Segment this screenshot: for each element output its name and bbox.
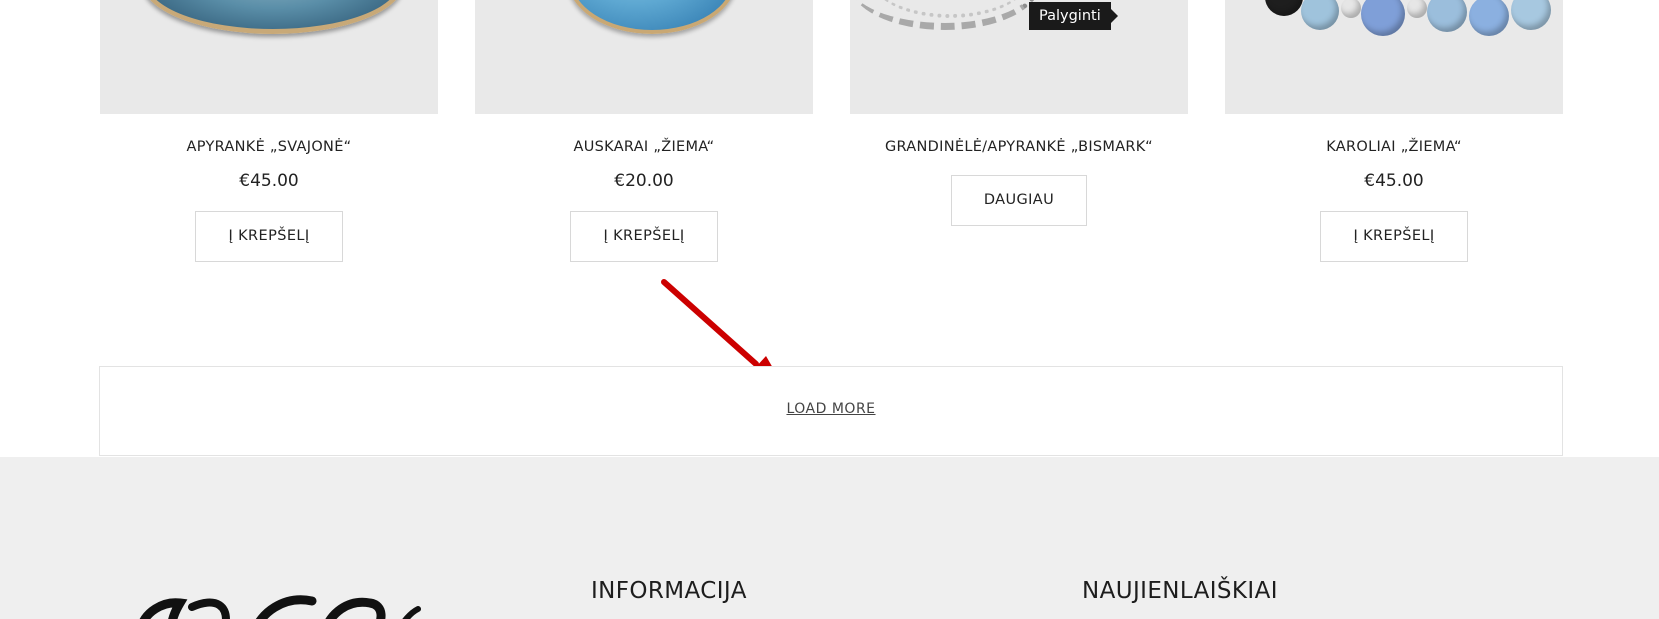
load-more-button[interactable]: LOAD MORE	[786, 401, 875, 417]
product-card: GRANDINĖLĖ/APYRANKĖ „BISMARK“ DAUGIAU	[850, 0, 1188, 226]
bead	[1341, 0, 1361, 18]
product-title[interactable]: GRANDINĖLĖ/APYRANKĖ „BISMARK“	[850, 137, 1188, 157]
product-price: €45.00	[239, 171, 299, 191]
product-image[interactable]	[850, 0, 1188, 114]
product-card: AUSKARAI „ŽIEMA“ €20.00 Į KREPŠELĮ	[475, 0, 813, 262]
product-title[interactable]: KAROLIAI „ŽIEMA“	[1225, 137, 1563, 157]
product-image[interactable]	[1225, 0, 1563, 114]
bead	[1469, 0, 1509, 36]
bead	[1361, 0, 1405, 36]
product-image[interactable]	[100, 0, 438, 114]
footer: INFORMACIJA NAUJIENLAIŠKIAI	[0, 457, 1659, 619]
product-title[interactable]: APYRANKĖ „SVAJONĖ“	[100, 137, 438, 157]
bead	[1511, 0, 1551, 30]
product-card: KAROLIAI „ŽIEMA“ €45.00 Į KREPŠELĮ	[1225, 0, 1563, 262]
add-to-cart-button[interactable]: Į KREPŠELĮ	[195, 211, 343, 262]
product-price: €45.00	[1364, 171, 1424, 191]
earring-stone-image	[567, 0, 737, 34]
read-more-button[interactable]: DAUGIAU	[951, 175, 1087, 226]
bead	[1407, 0, 1427, 18]
footer-newsletter-heading: NAUJIENLAIŠKIAI	[1082, 578, 1278, 604]
add-to-cart-button[interactable]: Į KREPŠELĮ	[570, 211, 718, 262]
load-more-panel: LOAD MORE	[99, 366, 1563, 456]
bead	[1265, 0, 1303, 16]
compare-tooltip: Palyginti	[1029, 2, 1118, 30]
bead	[1427, 0, 1467, 32]
bracelet-stone-image	[142, 0, 404, 34]
add-to-cart-button[interactable]: Į KREPŠELĮ	[1320, 211, 1468, 262]
bead	[1301, 0, 1339, 30]
product-price: €20.00	[614, 171, 674, 191]
product-image[interactable]	[475, 0, 813, 114]
footer-info-heading: INFORMACIJA	[591, 578, 747, 604]
product-title[interactable]: AUSKARAI „ŽIEMA“	[475, 137, 813, 157]
product-card: APYRANKĖ „SVAJONĖ“ €45.00 Į KREPŠELĮ	[100, 0, 438, 262]
brand-logo[interactable]	[134, 593, 424, 619]
